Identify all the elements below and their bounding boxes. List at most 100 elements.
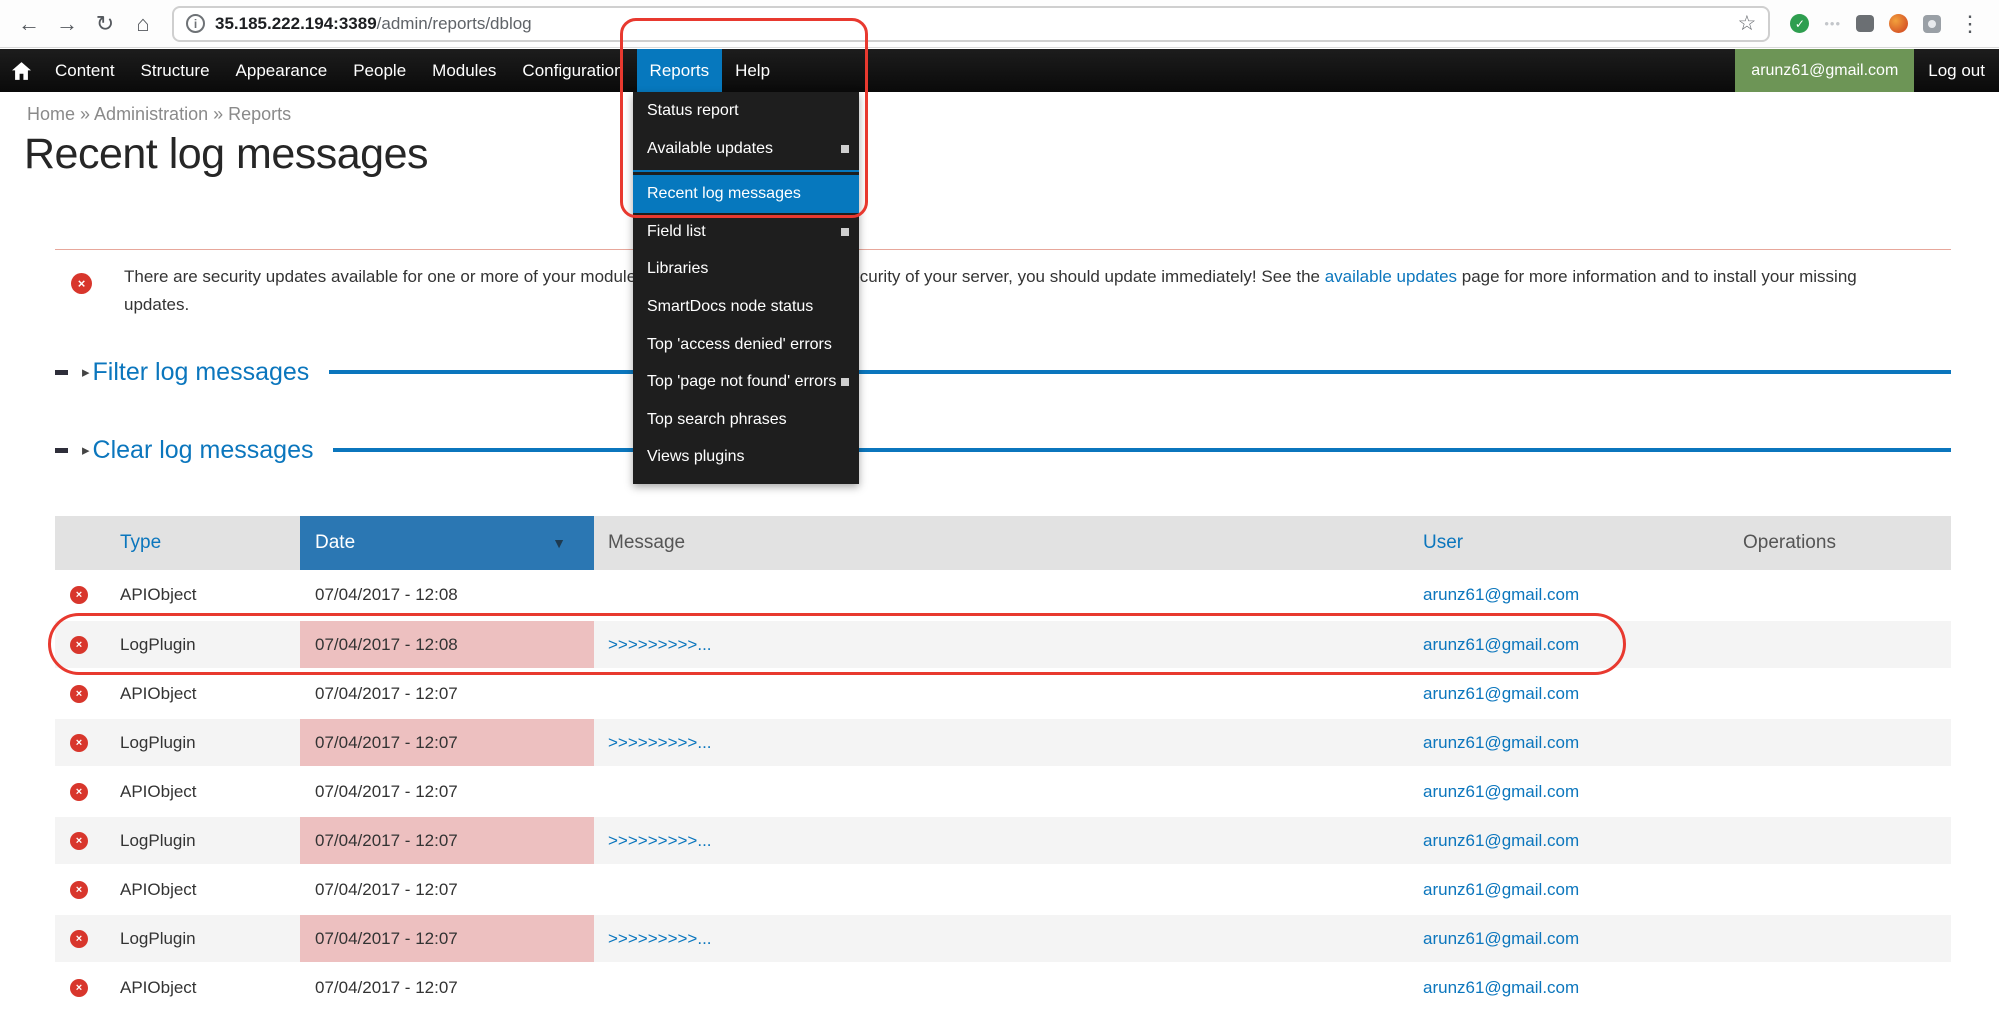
menu-item-appearance[interactable]: Appearance xyxy=(223,49,341,92)
overflow-menu-icon: ⋮ xyxy=(1959,11,1981,37)
dropdown-item-recent-log-messages[interactable]: Recent log messages xyxy=(633,175,859,213)
log-type-cell: ×LogPlugin xyxy=(55,817,300,864)
admin-home-button[interactable] xyxy=(0,49,42,92)
log-message-link[interactable]: >>>>>>>>>... xyxy=(608,733,712,753)
log-user-link[interactable]: arunz61@gmail.com xyxy=(1423,635,1579,655)
menu-item-reports[interactable]: Reports xyxy=(637,49,723,92)
security-warning-message: × There are security updates available f… xyxy=(55,249,1951,318)
forward-button[interactable]: → xyxy=(48,5,86,43)
log-user-link[interactable]: arunz61@gmail.com xyxy=(1423,880,1579,900)
dropdown-item-views-plugins[interactable]: Views plugins xyxy=(633,438,859,476)
table-row: ×APIObject07/04/2017 - 12:07arunz61@gmai… xyxy=(55,962,1951,1011)
log-user-link[interactable]: arunz61@gmail.com xyxy=(1423,782,1579,802)
dropdown-item-libraries[interactable]: Libraries xyxy=(633,250,859,288)
log-user-cell: arunz61@gmail.com xyxy=(1405,719,1733,766)
error-icon: × xyxy=(70,783,88,801)
back-icon: ← xyxy=(18,11,40,37)
log-user-cell: arunz61@gmail.com xyxy=(1405,817,1733,864)
toolbar-spacer xyxy=(783,49,1735,92)
dropdown-item-top-page-not-found-errors[interactable]: Top 'page not found' errors xyxy=(633,363,859,401)
security-warning-text: There are security updates available for… xyxy=(124,263,1924,318)
refresh-button[interactable]: ↻ xyxy=(86,5,124,43)
log-message-link[interactable]: >>>>>>>>>... xyxy=(608,929,712,949)
error-icon: × xyxy=(70,685,88,703)
log-message-cell xyxy=(594,866,1405,913)
browser-menu-button[interactable]: ⋮ xyxy=(1951,5,1989,43)
error-icon: × xyxy=(70,734,88,752)
dropdown-item-smartdocs-node-status[interactable]: SmartDocs node status xyxy=(633,288,859,326)
breadcrumb-item-administration[interactable]: Administration xyxy=(94,104,208,124)
log-type-label: LogPlugin xyxy=(120,635,196,655)
refresh-icon: ↻ xyxy=(96,11,114,37)
collapsed-arrow-icon: ▸ xyxy=(82,363,90,381)
log-user-link[interactable]: arunz61@gmail.com xyxy=(1423,929,1579,949)
dropdown-highlight-line xyxy=(633,170,859,172)
log-type-label: APIObject xyxy=(120,880,197,900)
extension-dots-icon[interactable]: ••• xyxy=(1824,16,1841,31)
log-message-cell xyxy=(594,768,1405,815)
log-message-cell xyxy=(594,570,1405,619)
info-icon[interactable]: i xyxy=(186,14,205,33)
extension-tray: ✓ ••• xyxy=(1790,14,1941,33)
log-date-cell: 07/04/2017 - 12:07 xyxy=(300,866,594,913)
log-user-link[interactable]: arunz61@gmail.com xyxy=(1423,733,1579,753)
sort-desc-icon: ▼ xyxy=(552,535,566,551)
address-bar[interactable]: i 35.185.222.194:3389/admin/reports/dblo… xyxy=(172,6,1770,42)
log-date-cell: 07/04/2017 - 12:07 xyxy=(300,915,594,962)
log-operations-cell xyxy=(1733,915,1951,962)
menu-item-modules[interactable]: Modules xyxy=(419,49,509,92)
log-message-cell: >>>>>>>>>... xyxy=(594,621,1405,668)
logout-button[interactable]: Log out xyxy=(1914,49,1999,92)
column-header-message: Message xyxy=(594,516,1405,570)
column-header-type[interactable]: Type xyxy=(55,516,300,570)
log-operations-cell xyxy=(1733,670,1951,717)
log-user-cell: arunz61@gmail.com xyxy=(1405,621,1733,668)
column-header-operations: Operations xyxy=(1733,516,1951,570)
browser-home-button[interactable]: ⌂ xyxy=(124,5,162,43)
browser-home-icon: ⌂ xyxy=(136,11,149,37)
menu-item-people[interactable]: People xyxy=(340,49,419,92)
log-message-link[interactable]: >>>>>>>>>... xyxy=(608,635,712,655)
extension-circle-icon[interactable] xyxy=(1889,14,1908,33)
log-type-cell: ×APIObject xyxy=(55,768,300,815)
log-operations-cell xyxy=(1733,719,1951,766)
menu-item-content[interactable]: Content xyxy=(42,49,128,92)
account-button[interactable]: arunz61@gmail.com xyxy=(1735,49,1914,92)
collapsed-arrow-icon: ▸ xyxy=(82,441,90,459)
log-message-link[interactable]: >>>>>>>>>... xyxy=(608,831,712,851)
reports-dropdown: Status reportAvailable updates Recent log… xyxy=(633,92,859,484)
column-header-date[interactable]: Date ▼ xyxy=(300,516,594,570)
log-user-cell: arunz61@gmail.com xyxy=(1405,866,1733,913)
extension-shape-icon[interactable] xyxy=(1856,15,1874,32)
dropdown-item-field-list[interactable]: Field list xyxy=(633,213,859,251)
breadcrumb-item-home[interactable]: Home xyxy=(27,104,75,124)
available-updates-link[interactable]: available updates xyxy=(1325,267,1457,286)
dropdown-item-top-access-denied-errors[interactable]: Top 'access denied' errors xyxy=(633,326,859,364)
extension-check-icon[interactable]: ✓ xyxy=(1790,14,1809,33)
browser-toolbar: ← → ↻ ⌂ i 35.185.222.194:3389/admin/repo… xyxy=(0,0,1999,48)
log-type-label: LogPlugin xyxy=(120,733,196,753)
menu-item-structure[interactable]: Structure xyxy=(128,49,223,92)
bookmark-star-icon[interactable]: ☆ xyxy=(1738,11,1757,36)
back-button[interactable]: ← xyxy=(10,5,48,43)
breadcrumb-item-reports[interactable]: Reports xyxy=(228,104,291,124)
menu-item-help[interactable]: Help xyxy=(722,49,783,92)
log-user-link[interactable]: arunz61@gmail.com xyxy=(1423,684,1579,704)
table-row: ×LogPlugin07/04/2017 - 12:07>>>>>>>>>...… xyxy=(55,815,1951,864)
extension-square-icon[interactable] xyxy=(1923,15,1941,33)
column-header-user[interactable]: User xyxy=(1405,516,1733,570)
log-user-link[interactable]: arunz61@gmail.com xyxy=(1423,831,1579,851)
dropdown-item-top-search-phrases[interactable]: Top search phrases xyxy=(633,401,859,439)
dropdown-item-status-report[interactable]: Status report xyxy=(633,92,859,130)
log-user-link[interactable]: arunz61@gmail.com xyxy=(1423,978,1579,998)
dropdown-item-available-updates[interactable]: Available updates xyxy=(633,130,859,168)
clear-fieldset-toggle[interactable]: Clear log messages xyxy=(93,436,314,465)
menu-item-configuration[interactable]: Configuration xyxy=(509,49,636,92)
fieldset-dash-icon xyxy=(55,370,68,375)
log-user-link[interactable]: arunz61@gmail.com xyxy=(1423,585,1579,605)
log-operations-cell xyxy=(1733,570,1951,619)
fieldset-dash-icon xyxy=(55,448,68,453)
log-type-cell: ×APIObject xyxy=(55,964,300,1011)
filter-fieldset-toggle[interactable]: Filter log messages xyxy=(93,358,310,387)
log-message-cell xyxy=(594,670,1405,717)
